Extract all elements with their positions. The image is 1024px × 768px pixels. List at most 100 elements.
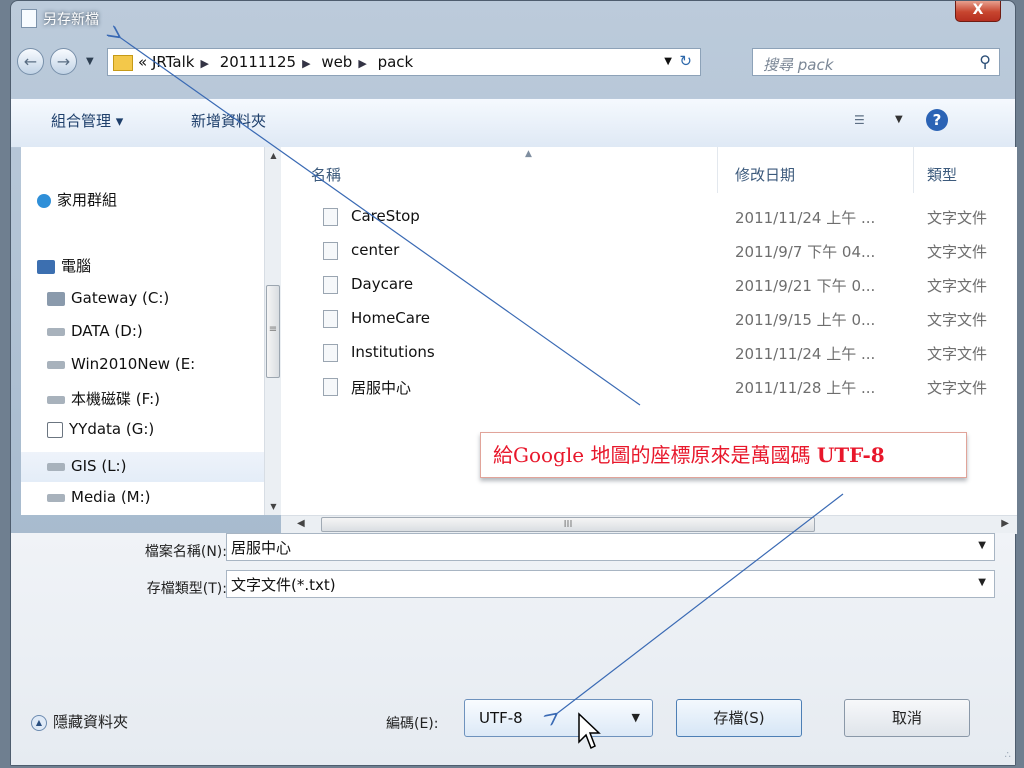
sidebar-item-drive-c[interactable]: Gateway (C:) [47,289,169,313]
help-icon[interactable]: ? [926,109,948,131]
scroll-left-icon[interactable]: ◀ [297,518,305,529]
chevron-right-icon[interactable]: ▶ [302,57,310,70]
sidebar-item-homegroup[interactable]: 家用群組 [37,189,117,213]
filename-value: 居服中心 [231,539,292,557]
filename-field[interactable]: 居服中心 ▼ [226,533,995,561]
filetype-label: 存檔類型(T): [146,581,227,597]
file-row[interactable]: Institutions 2011/11/24 上午 ... 文字文件 [281,338,1017,372]
scroll-up-icon[interactable]: ▲ [265,147,282,164]
address-bar[interactable]: « JRTalk ▶ 20111125 ▶ web ▶ pack ▼ ↻ [107,48,701,76]
forward-arrow-icon[interactable]: → [50,48,77,75]
drive-icon [47,360,65,369]
file-row[interactable]: CareStop 2011/11/24 上午 ... 文字文件 [281,202,1017,236]
back-arrow-icon[interactable]: ← [17,48,44,75]
column-header-type[interactable]: 類型 [927,164,957,185]
new-folder-button[interactable]: 新增資料夾 [191,110,266,131]
annotation-callout: 給Google 地圖的座標原來是萬國碼 UTF-8 [480,432,967,478]
file-row[interactable]: 居服中心 2011/11/28 上午 ... 文字文件 [281,372,1017,406]
file-row[interactable]: HomeCare 2011/9/15 上午 0... 文字文件 [281,304,1017,338]
sidebar-item-label: 本機磁碟 (F:) [71,390,160,408]
sidebar-item-drive-m[interactable]: Media (M:) [47,488,151,512]
chevron-down-icon[interactable]: ▼ [632,711,640,724]
file-date: 2011/9/15 上午 0... [735,311,876,329]
sidebar-item-drive-e[interactable]: Win2010New (E: [47,355,195,379]
view-options-icon[interactable]: ☰ [854,113,865,127]
file-name: HomeCare [351,309,431,327]
file-type: 文字文件 [927,209,988,227]
navigation-scrollbar[interactable]: ▲ ≡ ▼ [264,147,282,515]
file-name: CareStop [351,207,420,225]
sidebar-item-drive-d[interactable]: DATA (D:) [47,322,143,346]
text-file-icon [323,242,338,260]
sidebar-item-drive-f[interactable]: 本機磁碟 (F:) [47,388,160,412]
chevron-right-icon[interactable]: ▶ [358,57,366,70]
scrollbar-thumb[interactable]: ≡ [266,285,280,378]
drive-icon [47,327,65,336]
close-button[interactable]: X [955,1,1001,22]
chevron-up-icon: ▲ [31,714,47,731]
column-header-name[interactable]: 名稱 [311,164,341,185]
sidebar-item-drive-g[interactable]: YYdata (G:) [47,420,154,444]
breadcrumb-overflow[interactable]: « [138,53,147,71]
drive-icon [47,493,65,502]
file-name: Institutions [351,343,435,361]
navigation-pane: 家用群組 電腦 Gateway (C:) DATA (D:) Win2010Ne… [21,147,264,515]
chevron-down-icon[interactable]: ▼ [978,577,986,588]
column-divider[interactable] [913,147,914,193]
sidebar-item-label: Win2010New (E: [71,355,196,373]
scroll-right-icon[interactable]: ▶ [1001,518,1009,529]
file-type: 文字文件 [927,345,988,363]
sidebar-item-drive-l[interactable]: GIS (L:) [21,452,264,482]
encoding-label: 編碼(E): [386,716,439,732]
file-row[interactable]: Daycare 2011/9/21 下午 0... 文字文件 [281,270,1017,304]
breadcrumb-jrtalk[interactable]: JRTalk [152,53,194,71]
sidebar-item-computer[interactable]: 電腦 [37,255,91,279]
chevron-down-icon[interactable]: ▼ [978,540,986,551]
file-type: 文字文件 [927,379,988,397]
scroll-down-icon[interactable]: ▼ [265,498,282,515]
annotation-text: 給Google 地圖的座標原來是萬國碼 [493,443,817,467]
text-file-icon [323,208,338,226]
annotation-highlight: UTF-8 [816,443,885,467]
document-icon [21,9,37,28]
homegroup-icon [37,193,51,208]
organize-menu-button[interactable]: 組合管理 ▾ [51,110,123,131]
encoding-value: UTF-8 [479,709,523,727]
title-bar[interactable]: 另存新檔 X [11,1,1015,35]
file-list-scrollbar[interactable]: ◀ III ▶ [281,515,1017,534]
encoding-select[interactable]: UTF-8 ▼ [464,699,653,737]
cancel-button[interactable]: 取消 [844,699,970,737]
file-date: 2011/11/28 上午 ... [735,379,876,397]
text-file-icon [323,310,338,328]
column-header-date[interactable]: 修改日期 [735,164,795,185]
file-type: 文字文件 [927,243,988,261]
filetype-select[interactable]: 文字文件(*.txt) ▼ [226,570,995,598]
sort-ascending-icon: ▲ [525,149,532,159]
column-divider[interactable] [717,147,718,193]
mouse-cursor-icon [578,712,601,750]
breadcrumb-20111125[interactable]: 20111125 [220,53,296,71]
search-icon[interactable]: ⚲ [979,52,991,71]
view-dropdown-icon[interactable]: ▼ [895,114,903,125]
scrollbar-thumb[interactable]: III [321,517,815,532]
breadcrumb: « JRTalk ▶ 20111125 ▶ web ▶ pack [138,53,413,71]
breadcrumb-web[interactable]: web [321,53,352,71]
save-button[interactable]: 存檔(S) [676,699,802,737]
save-as-dialog: 另存新檔 X ← → ▼ « JRTalk ▶ 20111125 ▶ web ▶ pa… [10,0,1017,766]
sidebar-item-label: 家用群組 [57,191,118,209]
breadcrumb-pack[interactable]: pack [378,53,414,71]
drive-icon [47,395,65,404]
chevron-right-icon[interactable]: ▶ [200,57,208,70]
hide-folders-toggle[interactable]: ▲ 隱藏資料夾 [31,711,128,732]
file-type: 文字文件 [927,311,988,329]
filename-label: 檔案名稱(N): [144,544,227,560]
search-input[interactable]: 搜尋 pack [763,54,833,75]
address-dropdown-icon[interactable]: ▼ [664,56,672,67]
search-box[interactable]: 搜尋 pack ⚲ [752,48,1000,76]
file-row[interactable]: center 2011/9/7 下午 04... 文字文件 [281,236,1017,270]
resize-grip-icon[interactable]: ∴ [1005,750,1011,761]
recent-locations-dropdown[interactable]: ▼ [86,56,94,67]
filetype-value: 文字文件(*.txt) [231,576,336,594]
refresh-icon[interactable]: ↻ [679,52,692,70]
file-name: 居服中心 [351,379,412,397]
